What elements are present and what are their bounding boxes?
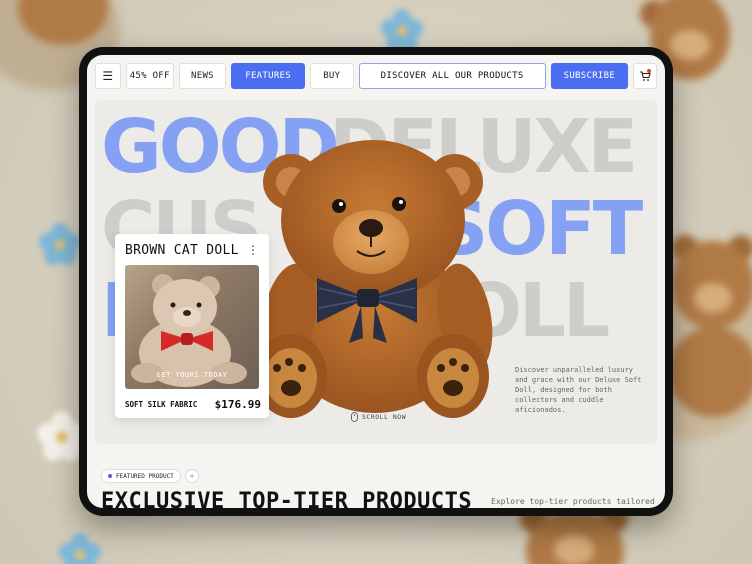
- scroll-indicator[interactable]: SCROLL NOW: [351, 412, 406, 422]
- dot-icon: [108, 474, 112, 478]
- flower-decoration: [59, 533, 101, 564]
- hero-section: GOOD DELUXE CUS SOFT D OLL: [95, 100, 657, 444]
- discount-button[interactable]: 45% OFF: [125, 63, 174, 89]
- featured-label: FEATURED PRODUCT: [116, 472, 174, 480]
- featured-tag: FEATURED PRODUCT »: [101, 469, 199, 483]
- features-button[interactable]: FEATURES: [231, 63, 305, 89]
- cart-button[interactable]: [633, 63, 658, 89]
- more-options-icon[interactable]: ⋮: [247, 243, 259, 257]
- product-image[interactable]: GET YOURS TODAY: [125, 265, 259, 389]
- screen: ☰ 45% OFF NEWS FEATURES BUY DISCOVER ALL…: [87, 55, 665, 508]
- discover-products-button[interactable]: DISCOVER ALL OUR PRODUCTS: [358, 63, 546, 89]
- product-title: BROWN CAT DOLL: [125, 243, 239, 258]
- featured-product-pill[interactable]: FEATURED PRODUCT: [101, 469, 181, 483]
- get-yours-today-button[interactable]: GET YOURS TODAY: [125, 371, 259, 379]
- product-card[interactable]: BROWN CAT DOLL ⋮ GET YOURS TODAY SOFT SI…: [115, 234, 269, 418]
- product-price: $176.99: [214, 398, 261, 411]
- section-heading: EXCLUSIVE TOP-TIER PRODUCTS: [101, 489, 473, 508]
- menu-button[interactable]: ☰: [95, 63, 121, 89]
- bear-bg-left: [18, 0, 108, 50]
- top-nav: ☰ 45% OFF NEWS FEATURES BUY DISCOVER ALL…: [95, 63, 658, 91]
- hamburger-icon: ☰: [102, 69, 114, 83]
- news-button[interactable]: NEWS: [178, 63, 227, 89]
- subscribe-button[interactable]: SUBSCRIBE: [550, 63, 629, 89]
- tablet-frame: ☰ 45% OFF NEWS FEATURES BUY DISCOVER ALL…: [79, 47, 673, 516]
- cart-badge: [647, 69, 652, 73]
- product-material: SOFT SILK FABRIC: [125, 400, 198, 409]
- hero-description: Discover unparalleled luxury and grace w…: [515, 366, 642, 414]
- teddy-bear-image: [257, 140, 493, 418]
- flower-decoration: [39, 223, 81, 265]
- section-subtext: Explore top-tier products tailored: [491, 497, 655, 506]
- flower-decoration: [381, 9, 423, 51]
- mouse-icon: [351, 412, 358, 422]
- double-chevron-right-icon[interactable]: »: [184, 469, 199, 483]
- buy-button[interactable]: BUY: [309, 63, 354, 89]
- scroll-label: SCROLL NOW: [362, 413, 407, 421]
- bear-bg-right: [668, 235, 752, 425]
